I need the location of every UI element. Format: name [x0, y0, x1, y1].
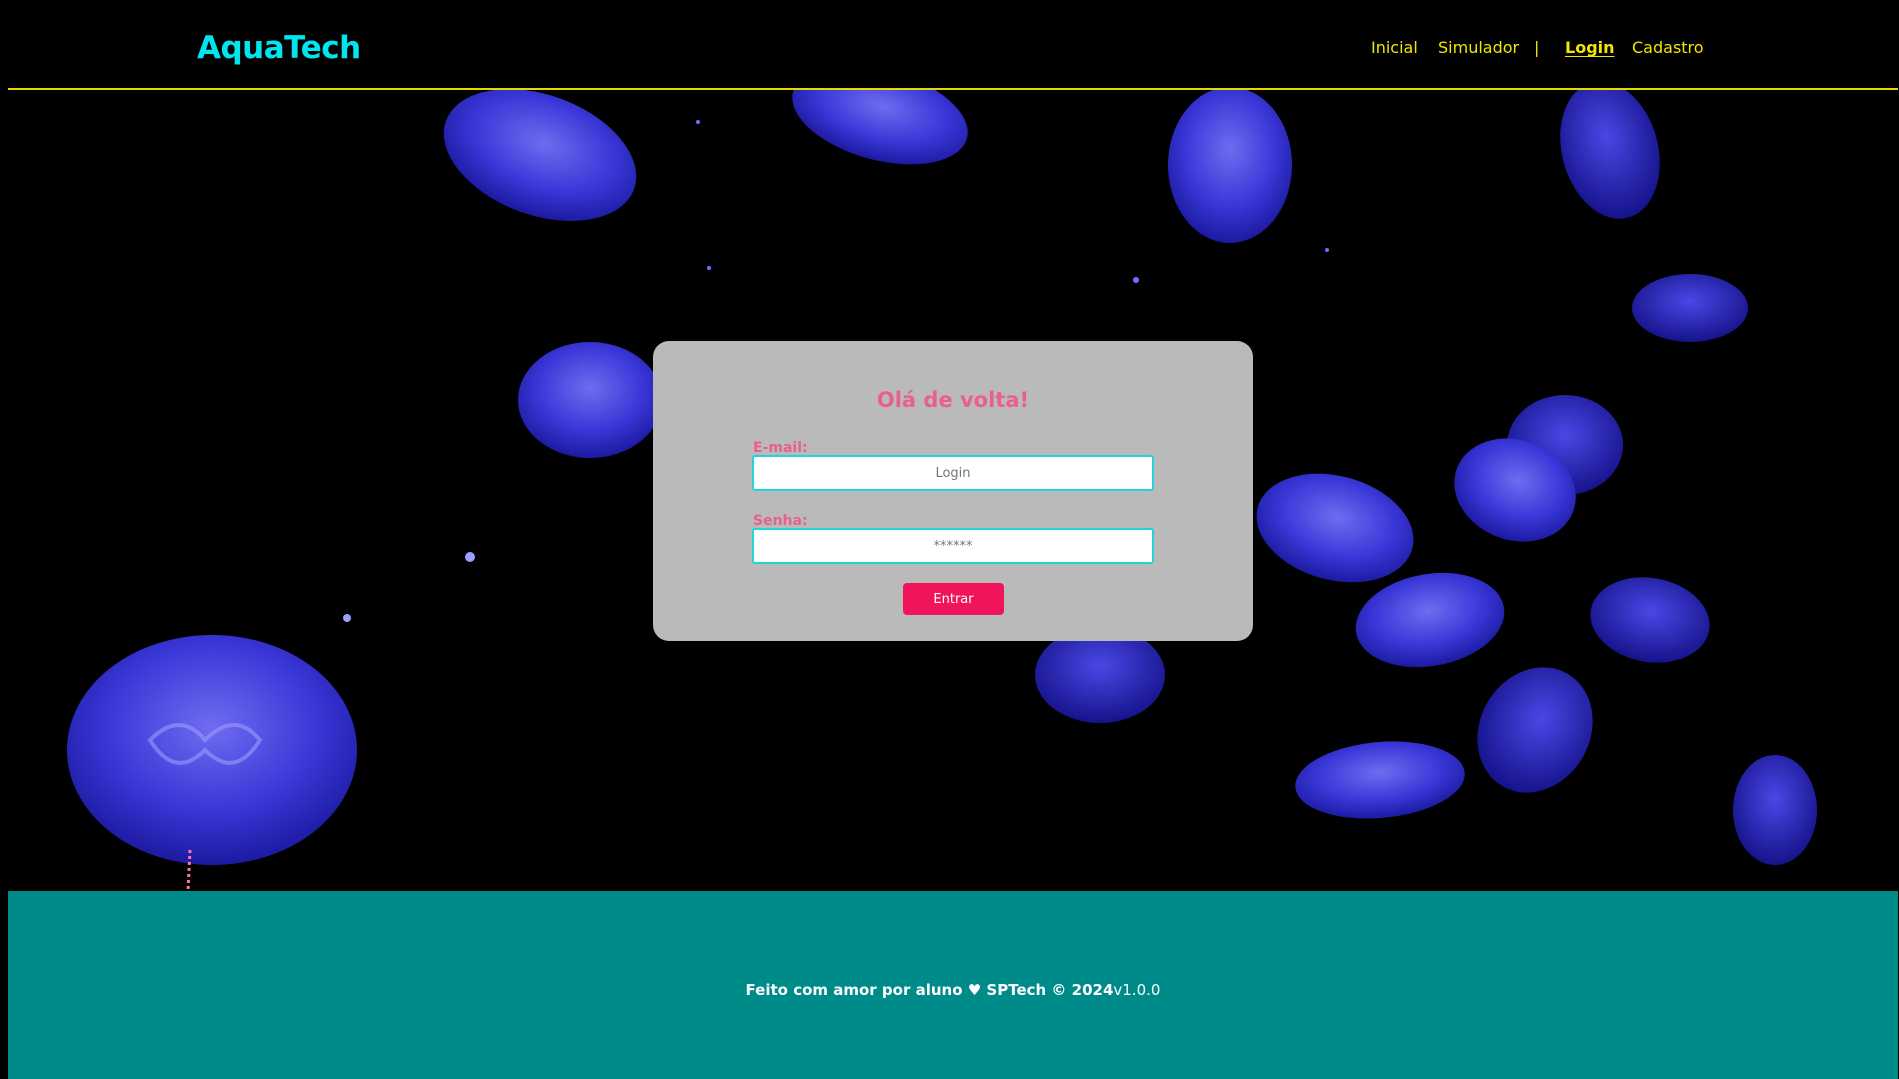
nav-simulador[interactable]: Simulador: [1438, 38, 1519, 57]
nav-separator: |: [1534, 38, 1540, 57]
email-field[interactable]: [752, 455, 1154, 491]
brand-logo[interactable]: AquaTech: [197, 30, 361, 66]
footer-version: v1.0.0: [1113, 981, 1161, 999]
login-card: Olá de volta! E-mail: Senha: Entrar: [653, 341, 1253, 641]
email-label: E-mail:: [753, 440, 808, 456]
password-label: Senha:: [753, 513, 808, 529]
login-title: Olá de volta!: [876, 388, 1030, 412]
enter-button[interactable]: Entrar: [903, 583, 1004, 615]
nav-cadastro[interactable]: Cadastro: [1632, 38, 1704, 57]
footer-credit: Feito com amor por aluno ♥ SPTech © 2024…: [8, 981, 1898, 999]
site-footer: Feito com amor por aluno ♥ SPTech © 2024…: [8, 891, 1898, 1079]
nav-login[interactable]: Login: [1565, 38, 1615, 57]
site-header: AquaTech Inicial Simulador | Login Cadas…: [0, 0, 1899, 90]
nav-inicial[interactable]: Inicial: [1371, 38, 1418, 57]
password-field[interactable]: [752, 528, 1154, 564]
footer-credit-text: Feito com amor por aluno ♥ SPTech © 2024: [745, 981, 1114, 999]
